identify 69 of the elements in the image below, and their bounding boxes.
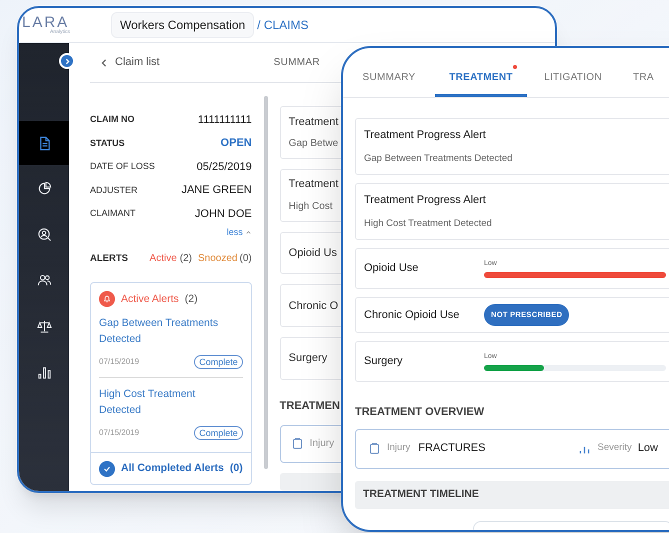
- field-label: CLAIM NO: [90, 113, 134, 126]
- active-alerts-link[interactable]: Active: [150, 251, 177, 266]
- risk-label: Chronic Opioid Use: [364, 308, 460, 323]
- severity-value: Low: [638, 441, 658, 456]
- complete-button[interactable]: Complete: [194, 426, 243, 440]
- alert-card-detail: High Cost Treatment Detected: [364, 216, 493, 231]
- card-title: Treatment: [288, 177, 338, 192]
- caret-up-icon: [244, 229, 252, 236]
- field-value: OPEN: [220, 136, 252, 152]
- breadcrumb-page: / CLAIMS: [257, 17, 309, 34]
- clipboard-icon: [290, 437, 304, 450]
- alerts-label: ALERTS: [90, 252, 128, 266]
- alert-card-detail: Gap Between Treatments Detected: [364, 152, 514, 166]
- card-title: Surgery: [288, 351, 328, 366]
- snoozed-alerts-link[interactable]: Snoozed: [198, 251, 238, 266]
- section-heading: TREATMEN: [280, 399, 340, 414]
- alert-link[interactable]: Gap Between Treatments Detected: [99, 315, 243, 348]
- breadcrumb-section[interactable]: Workers Compensation: [111, 12, 254, 38]
- risk-label: Surgery: [364, 354, 404, 370]
- alert-card-title: Treatment Progress Alert: [364, 193, 487, 208]
- alert-link[interactable]: High Cost Treatment Detected: [99, 386, 243, 418]
- logo-text: LARA: [22, 15, 70, 30]
- bell-glyph-icon: [102, 294, 112, 304]
- users-icon: [36, 272, 52, 288]
- clipboard-icon: [368, 442, 381, 455]
- sidebar-item[interactable]: [19, 121, 69, 165]
- scales-icon: [36, 318, 52, 334]
- alert-count: (0): [230, 461, 243, 476]
- chevron-left-icon: [99, 58, 109, 68]
- card-title: Chronic O: [288, 298, 338, 314]
- alert-count: (2): [180, 252, 192, 266]
- tab-label[interactable]: SUMMAR: [274, 55, 320, 70]
- alert-count: (0): [240, 252, 252, 266]
- complete-button[interactable]: Complete: [194, 355, 243, 370]
- field-label: STATUS: [90, 136, 125, 150]
- injury-label: Injury: [387, 441, 410, 456]
- severity-label: Severity: [597, 441, 632, 456]
- user-search-icon: [36, 226, 52, 242]
- back-link[interactable]: Claim list: [99, 54, 160, 71]
- expand-button[interactable]: [59, 53, 75, 69]
- alert-date: 07/15/2019: [99, 356, 140, 368]
- completed-alerts-link[interactable]: All Completed Alerts: [121, 461, 224, 477]
- field-value: 1111111111: [198, 112, 252, 128]
- card-subtitle: Gap Betwe: [288, 137, 338, 152]
- card-title: Treatment: [288, 114, 338, 130]
- section-heading: TREATMENT OVERVIEW: [355, 405, 486, 420]
- field-value: 05/25/2019: [196, 160, 252, 175]
- tab[interactable]: SUMMARY: [343, 61, 435, 97]
- alerts-card-title: Active Alerts: [121, 292, 179, 307]
- field-value: JANE GREEN: [181, 183, 252, 198]
- alert-card-title: Treatment Progress Alert: [364, 128, 487, 144]
- pie-chart-icon: [36, 180, 52, 196]
- tab[interactable]: TRA: [619, 61, 669, 97]
- tab[interactable]: TREATMENT: [435, 61, 527, 97]
- card-subtitle: High Cost: [288, 200, 333, 214]
- field-label: DATE OF LOSS: [90, 160, 155, 174]
- field-label: ADJUSTER: [90, 184, 138, 197]
- risk-label: Opioid Use: [364, 261, 420, 276]
- injury-label: Injury: [310, 437, 334, 452]
- alert-count: (2): [184, 292, 198, 307]
- section-heading: TREATMENT TIMELINE: [363, 486, 479, 502]
- alert-date: 07/15/2019: [99, 427, 140, 440]
- less-link[interactable]: less: [226, 226, 252, 240]
- card-title: Opioid Us: [288, 246, 337, 261]
- field-value: JOHN DOE: [194, 206, 252, 222]
- field-label: CLAIMANT: [90, 207, 136, 220]
- injury-value: FRACTURES: [418, 441, 486, 456]
- bar-chart-icon: [36, 364, 52, 380]
- tab[interactable]: LITIGATION: [527, 61, 619, 97]
